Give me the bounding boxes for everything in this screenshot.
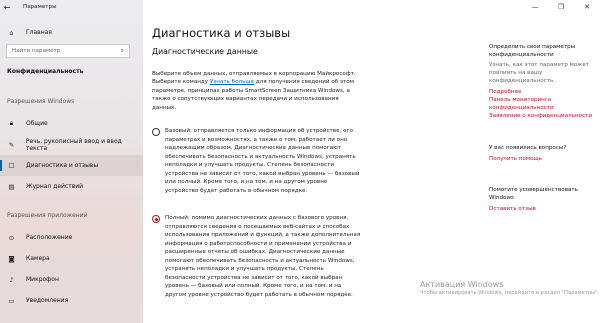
privacy-header: Конфиденциальность [7,68,84,75]
sidebar-item-label: Диагностика и отзывы [26,162,99,169]
sidebar-item-general[interactable]: 🔒︎ Общие [0,113,143,134]
pen-icon: ✎ [8,140,15,149]
privacy-options-title: Определить свои параметры конфиденциальн… [489,44,576,58]
close-icon[interactable]: ✕ [574,0,600,14]
minimize-icon[interactable]: — [522,0,548,14]
main-content: Диагностика и отзывы Диагностические дан… [143,0,479,323]
privacy-statement-link[interactable]: Заявление о конфиденциальности [489,112,599,120]
radio-basic-circle[interactable] [152,128,160,136]
sidebar-item-label: Уведомления [26,297,69,304]
feedback-link[interactable]: Оставить отзыв [489,205,599,213]
camera-icon: ◙ [8,254,15,263]
intro-text: Выберите объем данных, отправляемых в ко… [152,71,356,111]
radio-basic-label: Базовый: отправляется только информация … [165,128,360,194]
sidebar-item-home[interactable]: ⌂ Главная [0,22,143,43]
watermark-title: Активация Windows [420,280,504,289]
notification-icon: ▭ [8,296,15,305]
lock-icon: 🔒︎ [9,119,14,127]
maximize-icon[interactable]: ❐ [548,0,574,14]
home-icon: ⌂ [9,28,14,37]
sidebar-item-label: Общие [26,120,48,127]
sidebar-item-label: Главная [26,29,52,36]
section-windows-permissions: Разрешения Windows [7,98,75,105]
sidebar-item-label: Расположение [26,234,73,241]
sidebar-item-label: Речь, рукописный ввод и ввод текста [25,137,122,152]
location-icon: ⊙ [8,233,15,242]
get-help-link[interactable]: Получить помощь [489,155,599,163]
microphone-icon: ♪ [9,275,14,284]
search-icon: ⌕ [120,47,124,54]
arrow-left-icon[interactable]: ← [0,0,14,14]
radio-full-label: Полный: помимо диагностических данных с … [165,215,361,298]
more-link[interactable]: Подробнее [489,88,599,96]
privacy-dashboard-link[interactable]: Панель мониторинга конфиденциальности [489,96,599,112]
sidebar-item-speech[interactable]: ✎ Речь, рукописный ввод и ввод текста [0,134,143,155]
sidebar: ⌂ Главная Найти параметр ⌕ Конфиденциаль… [0,0,143,323]
sidebar-item-microphone[interactable]: ♪ Микрофон [0,269,143,290]
history-icon: ▤ [8,182,15,191]
activation-watermark: Активация Windows Чтобы активировать Win… [420,280,600,296]
improve-windows-title: Помогите усовершенствовать Windows [489,187,578,201]
privacy-options-desc: Узнать, как этот параметр может повлиять… [489,62,590,84]
sidebar-item-activity-history[interactable]: ▤ Журнал действий [0,176,143,197]
related-panel: Определить свои параметры конфиденциальн… [479,0,600,323]
feedback-icon: ☐ [8,161,15,170]
section-app-permissions: Разрешения приложений [7,212,88,219]
questions-title: У вас появились вопросы? [489,145,567,151]
search-placeholder: Найти параметр [12,48,61,54]
sidebar-item-diagnostics[interactable]: ☐ Диагностика и отзывы [0,155,143,176]
sidebar-item-location[interactable]: ⊙ Расположение [0,227,143,248]
sidebar-item-label: Камера [26,255,50,262]
section-title: Диагностические данные [152,47,258,56]
title-bar: ← Параметры — ❐ ✕ [0,0,600,14]
radio-basic[interactable]: Базовый: отправляется только информация … [152,127,361,195]
radio-full-circle[interactable] [152,215,160,223]
radio-full[interactable]: Полный: помимо диагностических данных с … [152,214,361,299]
sidebar-item-notifications[interactable]: ▭ Уведомления [0,290,143,311]
watermark-subtitle: Чтобы активировать Windows, перейдите в … [420,290,600,296]
search-input[interactable]: Найти параметр ⌕ [6,44,130,58]
page-title: Диагностика и отзывы [152,26,291,40]
learn-more-link[interactable]: Узнать больше [210,79,254,85]
window-title: Параметры [23,4,57,10]
sidebar-item-camera[interactable]: ◙ Камера [0,248,143,269]
sidebar-item-label: Журнал действий [26,183,84,190]
sidebar-item-label: Микрофон [26,276,59,283]
